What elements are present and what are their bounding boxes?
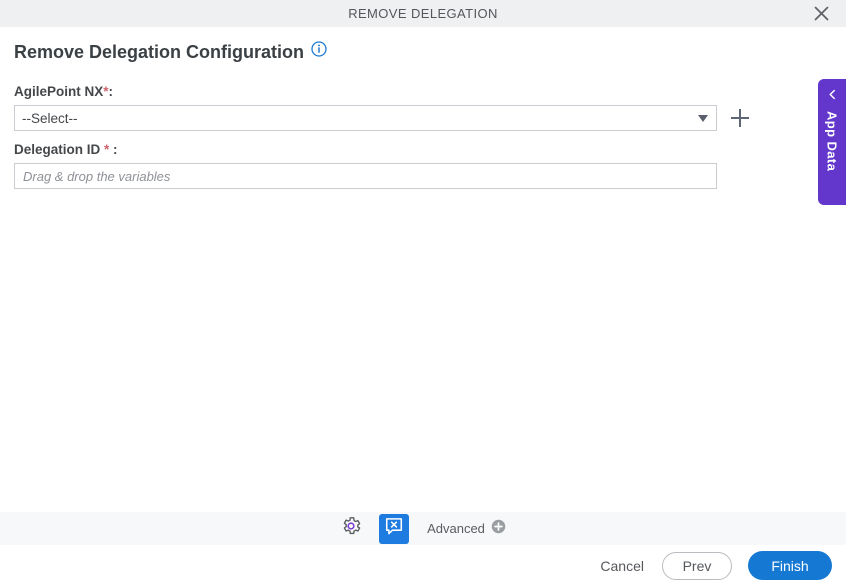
advanced-toolbar: Advanced [0,512,846,545]
label-suffix: : [108,84,114,99]
settings-button[interactable] [340,515,362,542]
field-label-agilepoint-nx: AgilePoint NX*: [14,84,774,99]
agilepoint-nx-select[interactable]: --Select-- [14,105,717,131]
agilepoint-nx-select-value: --Select-- [22,110,78,126]
field-delegation-id: Delegation ID * : [14,142,774,189]
field-label-delegation-id: Delegation ID * : [14,142,774,157]
chevron-left-icon [827,87,838,105]
validation-errors-button[interactable] [379,513,410,544]
cancel-button[interactable]: Cancel [598,554,646,578]
add-agilepoint-nx-button[interactable] [731,109,749,127]
prev-button[interactable]: Prev [662,551,732,580]
field-row-agilepoint-nx: --Select-- [14,105,774,131]
info-circle-icon[interactable] [311,41,327,62]
speech-bubble-x-icon [384,516,404,541]
configuration-form: AgilePoint NX*: --Select-- Delegation ID… [14,84,774,200]
chevron-down-icon [698,114,708,122]
window-titlebar: REMOVE DELEGATION [0,0,846,27]
window-title: REMOVE DELEGATION [348,6,498,21]
app-data-panel-label: App Data [824,111,840,172]
advanced-label: Advanced [427,521,485,536]
page-title: Remove Delegation Configuration [14,41,327,62]
dialog-footer: Cancel Prev Finish [0,545,846,586]
delegation-id-input[interactable] [14,163,717,189]
finish-button[interactable]: Finish [748,551,832,580]
close-icon [813,5,830,22]
field-row-delegation-id [14,163,774,189]
app-data-panel-tab[interactable]: App Data [818,79,846,205]
field-label-text: AgilePoint NX [14,84,104,99]
close-button[interactable] [804,0,838,27]
advanced-button[interactable]: Advanced [427,519,506,539]
circle-plus-icon[interactable] [491,519,506,539]
field-agilepoint-nx: AgilePoint NX*: --Select-- [14,84,774,131]
label-suffix: : [109,142,118,157]
dialog-content: Remove Delegation Configuration AgilePoi… [0,27,846,512]
gear-icon [340,515,362,542]
field-label-text: Delegation ID [14,142,105,157]
page-title-text: Remove Delegation Configuration [14,41,305,62]
